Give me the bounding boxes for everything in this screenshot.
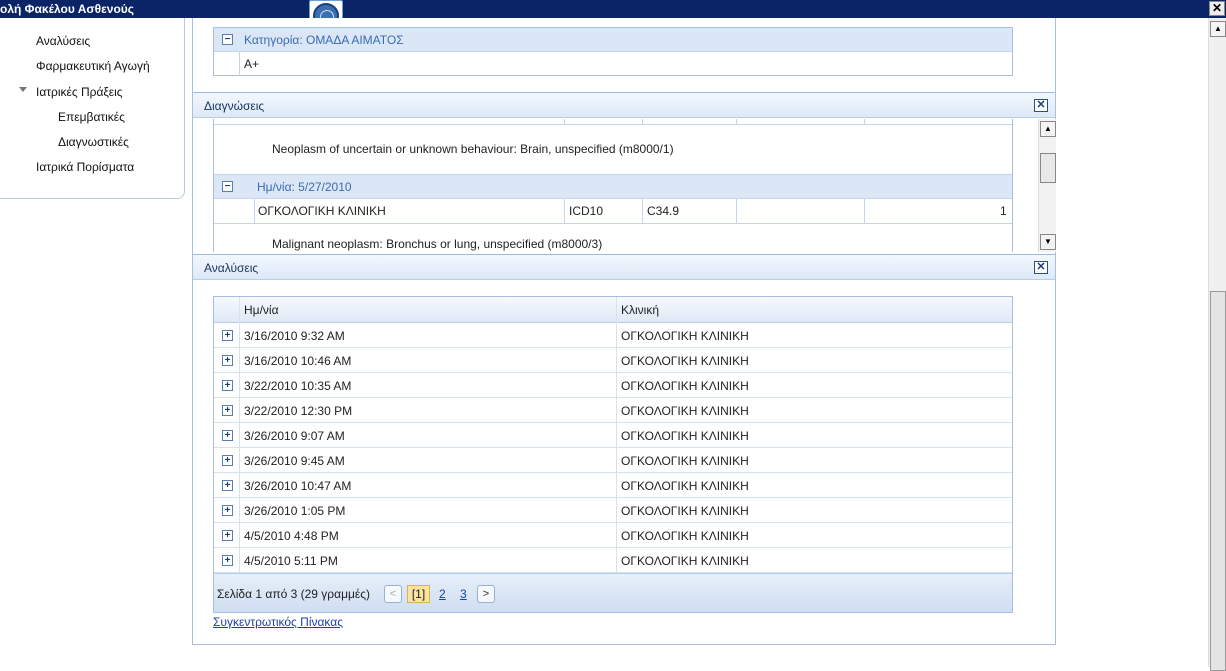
- diagnosis-date-label: Ημ/νία: 5/27/2010: [257, 180, 352, 194]
- row-date: 3/26/2010 9:45 AM: [244, 454, 345, 468]
- expand-row-icon[interactable]: +: [222, 380, 233, 391]
- collapse-icon[interactable]: −: [222, 181, 233, 192]
- blood-group-table: − Κατηγορία: ΟΜΑΔΑ ΑΙΜΑΤΟΣ A+: [213, 27, 1013, 76]
- row-date: 3/16/2010 10:46 AM: [244, 354, 352, 368]
- table-row[interactable]: + 3/26/2010 1:05 PM ΟΓΚΟΛΟΓΙΚΗ ΚΛΙΝΙΚΗ: [214, 498, 1012, 523]
- diagnosis-code: C34.9: [647, 204, 680, 218]
- analyses-grid: Ημ/νία Κλινική + 3/16/2010 9:32 AM ΟΓΚΟΛ…: [213, 296, 1013, 613]
- row-date: 4/5/2010 5:11 PM: [244, 554, 338, 568]
- expand-arrow-icon[interactable]: [19, 87, 27, 92]
- row-clinic: ΟΓΚΟΛΟΓΙΚΗ ΚΛΙΝΙΚΗ: [621, 479, 749, 493]
- window-titlebar: ολή Φακέλου Ασθενούς ✕: [0, 0, 1226, 18]
- pager: Σελίδα 1 από 3 (29 γραμμές) < [1] 2 3 >: [214, 573, 1012, 612]
- diagnosis-description: Malignant neoplasm: Bronchus or lung, un…: [272, 237, 603, 251]
- expand-row-icon[interactable]: +: [222, 455, 233, 466]
- table-row[interactable]: + 3/22/2010 12:30 PM ΟΓΚΟΛΟΓΙΚΗ ΚΛΙΝΙΚΗ: [214, 398, 1012, 423]
- row-date: 3/26/2010 9:07 AM: [244, 429, 345, 443]
- row-clinic: ΟΓΚΟΛΟΓΙΚΗ ΚΛΙΝΙΚΗ: [621, 379, 749, 393]
- table-row: ΟΓΚΟΛΟΓΙΚΗ ΚΛΙΝΙΚΗ ICD10 C34.9 1: [214, 199, 1012, 223]
- diagnoses-grid: Neoplasm of uncertain or unknown behavio…: [213, 119, 1013, 252]
- page-3-link[interactable]: 3: [460, 587, 467, 601]
- pager-info: Σελίδα 1 από 3 (29 γραμμές): [217, 587, 371, 601]
- diagnoses-scrollbar[interactable]: ▲ ▼: [1038, 119, 1056, 252]
- analyses-close-button[interactable]: ✕: [1034, 261, 1048, 274]
- collapse-icon[interactable]: −: [222, 34, 233, 45]
- table-row[interactable]: + 3/26/2010 10:47 AM ΟΓΚΟΛΟΓΙΚΗ ΚΛΙΝΙΚΗ: [214, 473, 1012, 498]
- diagnosis-clinic: ΟΓΚΟΛΟΓΙΚΗ ΚΛΙΝΙΚΗ: [258, 204, 386, 218]
- table-row[interactable]: + 3/26/2010 9:07 AM ΟΓΚΟΛΟΓΙΚΗ ΚΛΙΝΙΚΗ: [214, 423, 1012, 448]
- expand-row-icon[interactable]: +: [222, 430, 233, 441]
- row-date: 3/22/2010 10:35 AM: [244, 379, 352, 393]
- nav-item-analyses[interactable]: Αναλύσεις: [36, 34, 90, 48]
- prev-page-button[interactable]: <: [384, 585, 402, 603]
- nav-item-medical-procedures[interactable]: Ιατρικές Πράξεις: [36, 85, 123, 99]
- nav-item-medical-findings[interactable]: Ιατρικά Πορίσματα: [36, 160, 134, 174]
- row-date: 3/26/2010 10:47 AM: [244, 479, 352, 493]
- window-close-button[interactable]: ✕: [1209, 1, 1225, 16]
- row-date: 3/26/2010 1:05 PM: [244, 504, 346, 518]
- row-clinic: ΟΓΚΟΛΟΓΙΚΗ ΚΛΙΝΙΚΗ: [621, 554, 749, 568]
- diagnosis-count: 1: [1000, 204, 1007, 218]
- nav-item-interventional[interactable]: Επεμβατικές: [58, 110, 125, 124]
- row-date: 4/5/2010 4:48 PM: [244, 529, 339, 543]
- column-header-date[interactable]: Ημ/νία: [244, 303, 279, 317]
- table-row[interactable]: + 4/5/2010 5:11 PM ΟΓΚΟΛΟΓΙΚΗ ΚΛΙΝΙΚΗ: [214, 548, 1012, 573]
- diagnoses-panel-title: Διαγνώσεις: [204, 99, 265, 113]
- scroll-up-icon[interactable]: ▲: [1210, 21, 1226, 37]
- row-clinic: ΟΓΚΟΛΟΓΙΚΗ ΚΛΙΝΙΚΗ: [621, 329, 749, 343]
- scroll-down-icon[interactable]: ▼: [1040, 234, 1056, 250]
- diagnosis-description: Neoplasm of uncertain or unknown behavio…: [272, 142, 674, 156]
- table-row[interactable]: + 3/22/2010 10:35 AM ΟΓΚΟΛΟΓΙΚΗ ΚΛΙΝΙΚΗ: [214, 373, 1012, 398]
- expand-row-icon[interactable]: +: [222, 480, 233, 491]
- row-clinic: ΟΓΚΟΛΟΓΙΚΗ ΚΛΙΝΙΚΗ: [621, 454, 749, 468]
- row-clinic: ΟΓΚΟΛΟΓΙΚΗ ΚΛΙΝΙΚΗ: [621, 529, 749, 543]
- blood-group-value: A+: [244, 57, 260, 71]
- blood-group-header: − Κατηγορία: ΟΜΑΔΑ ΑΙΜΑΤΟΣ: [214, 28, 1012, 52]
- next-page-button[interactable]: >: [477, 585, 495, 603]
- column-header-clinic[interactable]: Κλινική: [621, 303, 659, 317]
- diagnoses-close-button[interactable]: ✕: [1034, 99, 1048, 112]
- table-row[interactable]: + 3/16/2010 10:46 AM ΟΓΚΟΛΟΓΙΚΗ ΚΛΙΝΙΚΗ: [214, 348, 1012, 373]
- diagnosis-date-group: − Ημ/νία: 5/27/2010: [214, 175, 1012, 198]
- nav-item-medication[interactable]: Φαρμακευτική Αγωγή: [36, 59, 150, 73]
- diagnoses-list: Neoplasm of uncertain or unknown behavio…: [193, 119, 1055, 252]
- blood-group-row: A+: [214, 52, 1012, 76]
- expand-row-icon[interactable]: +: [222, 355, 233, 366]
- summary-table-link[interactable]: Συγκεντρωτικός Πίνακας: [213, 615, 343, 629]
- row-date: 3/22/2010 12:30 PM: [244, 404, 353, 418]
- row-clinic: ΟΓΚΟΛΟΓΙΚΗ ΚΛΙΝΙΚΗ: [621, 504, 749, 518]
- diagnoses-panel-header: Διαγνώσεις ✕: [193, 92, 1055, 118]
- expand-row-icon[interactable]: +: [222, 555, 233, 566]
- expand-row-icon[interactable]: +: [222, 330, 233, 341]
- expand-row-icon[interactable]: +: [222, 530, 233, 541]
- row-clinic: ΟΓΚΟΛΟΓΙΚΗ ΚΛΙΝΙΚΗ: [621, 404, 749, 418]
- row-clinic: ΟΓΚΟΛΟΓΙΚΗ ΚΛΙΝΙΚΗ: [621, 429, 749, 443]
- page-scrollbar[interactable]: ▲: [1208, 18, 1226, 671]
- scroll-up-icon[interactable]: ▲: [1040, 121, 1056, 137]
- current-page: [1]: [407, 585, 430, 603]
- row-clinic: ΟΓΚΟΛΟΓΙΚΗ ΚΛΙΝΙΚΗ: [621, 354, 749, 368]
- window-title: ολή Φακέλου Ασθενούς: [0, 2, 135, 16]
- scroll-thumb[interactable]: [1040, 153, 1056, 183]
- expand-row-icon[interactable]: +: [222, 405, 233, 416]
- analyses-panel-title: Αναλύσεις: [204, 261, 259, 275]
- diagnosis-code-system: ICD10: [569, 204, 604, 218]
- nav-item-diagnostic[interactable]: Διαγνωστικές: [58, 135, 129, 149]
- expand-row-icon[interactable]: +: [222, 505, 233, 516]
- blood-category-label: Κατηγορία: ΟΜΑΔΑ ΑΙΜΑΤΟΣ: [244, 33, 404, 47]
- table-row[interactable]: + 3/16/2010 9:32 AM ΟΓΚΟΛΟΓΙΚΗ ΚΛΙΝΙΚΗ: [214, 323, 1012, 348]
- analyses-grid-header: Ημ/νία Κλινική: [214, 297, 1012, 323]
- analyses-panel-header: Αναλύσεις ✕: [193, 254, 1055, 280]
- table-row[interactable]: + 4/5/2010 4:48 PM ΟΓΚΟΛΟΓΙΚΗ ΚΛΙΝΙΚΗ: [214, 523, 1012, 548]
- table-row[interactable]: + 3/26/2010 9:45 AM ΟΓΚΟΛΟΓΙΚΗ ΚΛΙΝΙΚΗ: [214, 448, 1012, 473]
- scroll-thumb[interactable]: [1210, 291, 1226, 671]
- page-2-link[interactable]: 2: [439, 587, 446, 601]
- row-date: 3/16/2010 9:32 AM: [244, 329, 345, 343]
